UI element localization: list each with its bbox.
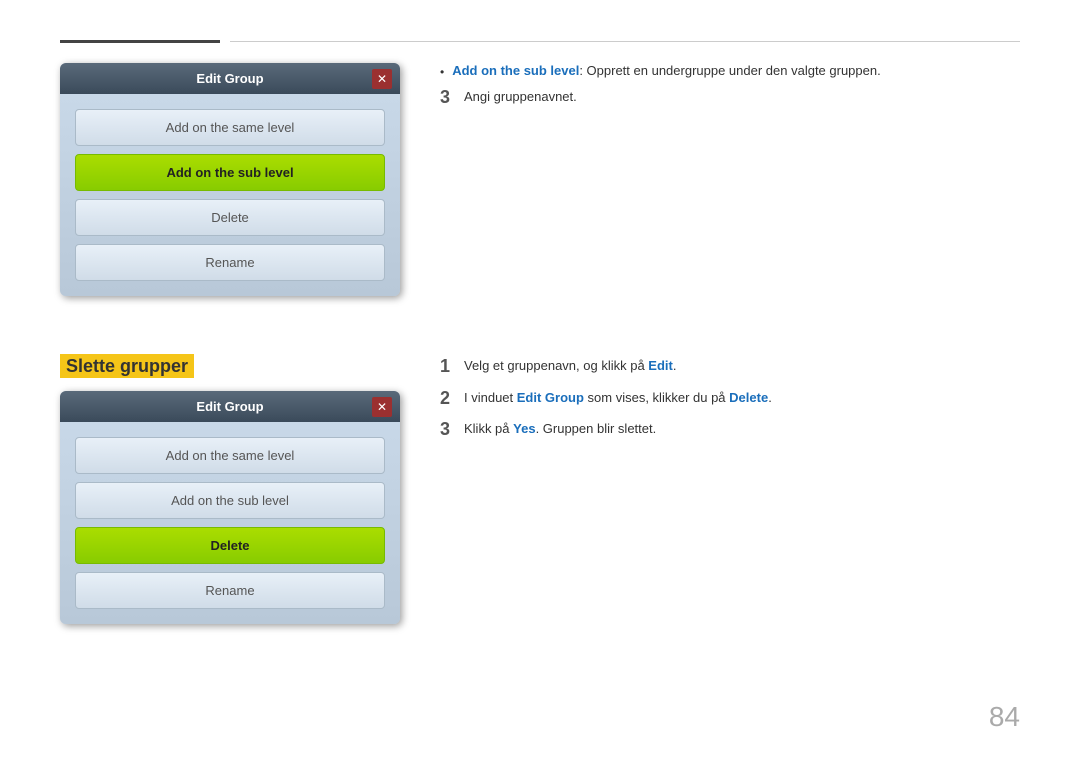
dialog1-container: Edit Group ✕ Add on the same level Add o… bbox=[60, 63, 400, 296]
step2-link2: Delete bbox=[729, 390, 768, 405]
step-1-bottom: 1 Velg et gruppenavn, og klikk på Edit. bbox=[440, 356, 1020, 378]
step2-pre: I vinduet bbox=[464, 390, 517, 405]
dialog2-btn-delete[interactable]: Delete bbox=[75, 527, 385, 564]
add-sub-level-link: Add on the sub level bbox=[452, 63, 579, 78]
bullet-dot: • bbox=[440, 65, 444, 79]
step-text-3-bottom: Klikk på Yes. Gruppen blir slettet. bbox=[464, 419, 1020, 439]
step-2-bottom: 2 I vinduet Edit Group som vises, klikke… bbox=[440, 388, 1020, 410]
dialog2-btn-rename[interactable]: Rename bbox=[75, 572, 385, 609]
bottom-instructions: 1 Velg et gruppenavn, og klikk på Edit . … bbox=[440, 356, 1020, 624]
step-text-3-top: Angi gruppenavnet. bbox=[464, 87, 1020, 107]
step-3-top: 3 Angi gruppenavnet. bbox=[440, 87, 1020, 109]
step2-mid: som vises, klikker du på bbox=[584, 390, 729, 405]
dialog2-title: Edit Group bbox=[196, 399, 263, 414]
top-rule bbox=[60, 40, 1020, 43]
dialog1-body: Add on the same level Add on the sub lev… bbox=[60, 94, 400, 296]
top-instructions: • Add on the sub level: Opprett en under… bbox=[440, 63, 1020, 296]
step-3-bottom: 3 Klikk på Yes. Gruppen blir slettet. bbox=[440, 419, 1020, 441]
dialog1-btn-sub-level[interactable]: Add on the sub level bbox=[75, 154, 385, 191]
step1-post: . bbox=[673, 358, 677, 373]
step2-link1: Edit Group bbox=[517, 390, 584, 405]
bullet-text: Add on the sub level: Opprett en undergr… bbox=[452, 63, 881, 78]
step-number-3-top: 3 bbox=[440, 87, 464, 109]
top-section: Edit Group ✕ Add on the same level Add o… bbox=[60, 63, 1020, 296]
rule-dark bbox=[60, 40, 220, 43]
dialog2-btn-same-level[interactable]: Add on the same level bbox=[75, 437, 385, 474]
step3-post: . Gruppen blir slettet. bbox=[536, 421, 657, 436]
heading-text: Slette grupper bbox=[60, 354, 194, 378]
step3-link: Yes bbox=[513, 421, 535, 436]
step-text-1: Velg et gruppenavn, og klikk på Edit. bbox=[464, 356, 1020, 376]
dialog1-btn-rename[interactable]: Rename bbox=[75, 244, 385, 281]
step2-post: . bbox=[768, 390, 772, 405]
step3-pre: Klikk på bbox=[464, 421, 513, 436]
step1-pre: Velg et gruppenavn, og klikk på bbox=[464, 358, 648, 373]
step-number-2: 2 bbox=[440, 388, 464, 410]
dialog1-btn-same-level[interactable]: Add on the same level bbox=[75, 109, 385, 146]
step-number-1: 1 bbox=[440, 356, 464, 378]
step-number-3-bottom: 3 bbox=[440, 419, 464, 441]
page-number: 84 bbox=[989, 701, 1020, 733]
dialog1-close-button[interactable]: ✕ bbox=[372, 69, 392, 89]
dialog2-btn-sub-level[interactable]: Add on the sub level bbox=[75, 482, 385, 519]
dialog1-btn-delete[interactable]: Delete bbox=[75, 199, 385, 236]
dialog2-titlebar: Edit Group ✕ bbox=[60, 391, 400, 422]
step-text-2: I vinduet Edit Group som vises, klikker … bbox=[464, 388, 1020, 408]
bullet-item-1: • Add on the sub level: Opprett en under… bbox=[440, 63, 1020, 79]
dialog1-title: Edit Group bbox=[196, 71, 263, 86]
section-heading: Slette grupper bbox=[60, 356, 400, 377]
bullet-rest: : Opprett en undergruppe under den valgt… bbox=[579, 63, 880, 78]
edit-group-dialog-1: Edit Group ✕ Add on the same level Add o… bbox=[60, 63, 400, 296]
dialog2-container: Slette grupper Edit Group ✕ Add on the s… bbox=[60, 356, 400, 624]
bottom-section: Slette grupper Edit Group ✕ Add on the s… bbox=[60, 356, 1020, 624]
dialog2-close-button[interactable]: ✕ bbox=[372, 397, 392, 417]
step1-link: Edit bbox=[648, 358, 673, 373]
edit-group-dialog-2: Edit Group ✕ Add on the same level Add o… bbox=[60, 391, 400, 624]
dialog1-titlebar: Edit Group ✕ bbox=[60, 63, 400, 94]
rule-light bbox=[230, 41, 1020, 42]
dialog2-body: Add on the same level Add on the sub lev… bbox=[60, 422, 400, 624]
